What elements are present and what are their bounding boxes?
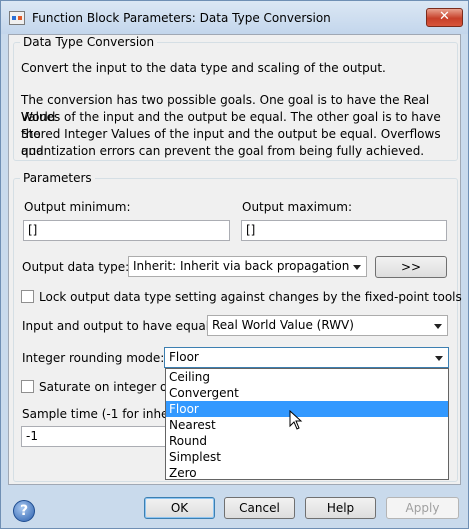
- description-line-5: quantization errors can prevent the goal…: [21, 144, 425, 158]
- sample-time-label: Sample time (-1 for inhe: [22, 407, 169, 421]
- rounding-option[interactable]: Ceiling: [166, 369, 448, 385]
- close-button[interactable]: ✕: [426, 8, 463, 27]
- cancel-button[interactable]: Cancel: [224, 497, 295, 519]
- equal-goal-label: Input and output to have equal:: [22, 319, 214, 333]
- rounding-option[interactable]: Convergent: [166, 385, 448, 401]
- output-maximum-input[interactable]: []: [241, 220, 447, 241]
- data-type-assistant-button[interactable]: >>: [375, 256, 447, 278]
- output-data-type-select[interactable]: Inherit: Inherit via back propagation: [128, 256, 367, 277]
- help-icon[interactable]: ?: [13, 500, 35, 522]
- rounding-option-selected[interactable]: Floor: [166, 401, 448, 417]
- simulink-block-icon: [9, 11, 25, 25]
- equal-goal-select[interactable]: Real World Value (RWV): [207, 315, 448, 336]
- rounding-mode-value: Floor: [169, 350, 199, 364]
- parameters-legend: Parameters: [23, 171, 92, 185]
- saturate-checkbox[interactable]: [21, 380, 34, 393]
- output-data-type-value: Inherit: Inherit via back propagation: [133, 259, 350, 273]
- chevron-down-icon: [435, 356, 443, 361]
- equal-goal-value: Real World Value (RWV): [212, 318, 354, 332]
- window-title: Function Block Parameters: Data Type Con…: [32, 11, 331, 25]
- title-bar[interactable]: Function Block Parameters: Data Type Con…: [1, 1, 468, 34]
- chevron-down-icon: [434, 324, 442, 329]
- apply-button[interactable]: Apply: [386, 497, 459, 519]
- mouse-pointer-icon: [289, 410, 303, 430]
- rounding-option[interactable]: Round: [166, 433, 448, 449]
- output-data-type-label: Output data type:: [22, 260, 130, 274]
- rounding-mode-select[interactable]: Floor: [164, 347, 449, 368]
- rounding-option[interactable]: Simplest: [166, 449, 448, 465]
- rounding-option[interactable]: Zero: [166, 465, 448, 481]
- block-description-legend: Data Type Conversion: [23, 35, 155, 49]
- output-maximum-label: Output maximum:: [242, 200, 353, 214]
- output-minimum-label: Output minimum:: [24, 200, 131, 214]
- saturate-label: Saturate on integer ov: [39, 380, 175, 394]
- dialog-window: Function Block Parameters: Data Type Con…: [0, 0, 469, 529]
- output-minimum-input[interactable]: []: [23, 220, 230, 241]
- lock-data-type-label: Lock output data type setting against ch…: [39, 290, 462, 304]
- rounding-mode-dropdown-list: Ceiling Convergent Floor Nearest Round S…: [165, 368, 449, 480]
- chevron-down-icon: [353, 265, 361, 270]
- help-button[interactable]: Help: [305, 497, 376, 519]
- ok-button[interactable]: OK: [144, 497, 215, 519]
- sample-time-input[interactable]: -1: [21, 426, 166, 447]
- lock-data-type-checkbox[interactable]: [21, 290, 34, 303]
- description-line-1: Convert the input to the data type and s…: [21, 61, 386, 75]
- rounding-option[interactable]: Nearest: [166, 417, 448, 433]
- rounding-mode-label: Integer rounding mode:: [22, 351, 165, 365]
